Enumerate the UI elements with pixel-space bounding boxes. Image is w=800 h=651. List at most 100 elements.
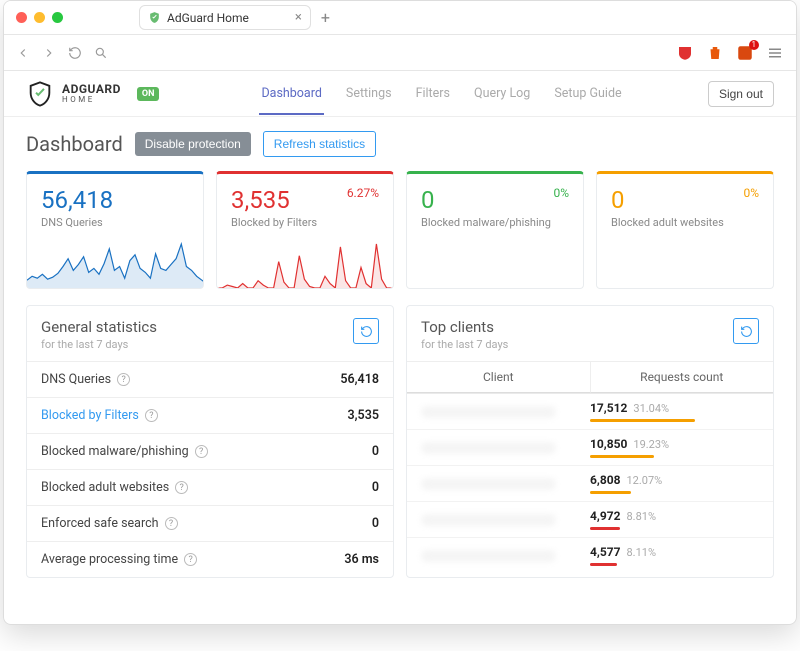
stat-value: 56,418 [340, 372, 379, 387]
client-row[interactable]: 4,5778.11% [407, 537, 773, 573]
brand-name: ADGUARD [62, 83, 121, 95]
main-nav: Dashboard Settings Filters Query Log Set… [259, 72, 623, 115]
client-count: 4,577 [590, 545, 621, 559]
disable-protection-button[interactable]: Disable protection [135, 132, 251, 156]
stat-value: 0 [372, 480, 379, 495]
refresh-statistics-button[interactable]: Refresh statistics [263, 131, 376, 157]
stat-row-blocked[interactable]: Blocked by Filters?3,535 [27, 397, 393, 433]
nav-dashboard[interactable]: Dashboard [259, 72, 323, 115]
client-count: 10,850 [590, 437, 627, 451]
new-tab-button[interactable]: + [321, 8, 330, 27]
stat-label: Blocked malware/phishing [41, 444, 189, 459]
help-icon[interactable]: ? [184, 553, 197, 566]
client-bar [590, 455, 654, 458]
client-row[interactable]: 10,850 19.23% [407, 429, 773, 465]
card-blocked-filters[interactable]: 6.27% 3,535 Blocked by Filters [216, 171, 394, 289]
reload-button[interactable] [68, 46, 82, 60]
page-body: Dashboard Disable protection Refresh sta… [4, 117, 796, 592]
search-icon[interactable] [94, 46, 108, 60]
refresh-stats-button[interactable] [353, 318, 379, 344]
stat-value: 3,535 [347, 408, 379, 423]
adguard-logo-icon [26, 80, 54, 108]
status-badge: ON [137, 87, 160, 101]
client-pct: 31.04% [633, 402, 669, 415]
stat-label: Blocked adult websites [41, 480, 169, 495]
close-tab-icon[interactable]: × [295, 10, 302, 25]
page-title: Dashboard [26, 132, 123, 156]
client-bar [590, 491, 631, 494]
card-dns-queries[interactable]: 56,418 DNS Queries [26, 171, 204, 289]
clients-table-header: Client Requests count [407, 361, 773, 393]
client-pct: 19.23% [633, 438, 669, 451]
help-icon[interactable]: ? [145, 409, 158, 422]
panel-top-clients: Top clients for the last 7 days Client R… [406, 305, 774, 578]
browser-menu-icon[interactable] [766, 44, 784, 62]
card-label: Blocked by Filters [231, 216, 379, 229]
client-row[interactable]: 6,808 12.07% [407, 465, 773, 501]
minimize-window-button[interactable] [34, 12, 45, 23]
nav-filters[interactable]: Filters [414, 72, 452, 115]
blocked-sparkline [217, 240, 394, 288]
signout-button[interactable]: Sign out [708, 81, 774, 107]
stat-row-avgtime: Average processing time?36 ms [27, 541, 393, 577]
client-name-redacted [421, 550, 556, 562]
nav-settings[interactable]: Settings [344, 72, 394, 115]
browser-tab[interactable]: AdGuard Home × [139, 5, 311, 30]
client-name-redacted [421, 478, 556, 490]
tab-title: AdGuard Home [167, 11, 249, 25]
client-pct: 12.07% [627, 474, 663, 487]
card-label: Blocked adult websites [611, 216, 759, 229]
panel-general-stats: General statistics for the last 7 days D… [26, 305, 394, 578]
client-count: 6,808 [590, 473, 621, 487]
stat-label: Average processing time [41, 552, 178, 567]
client-name-redacted [421, 406, 556, 418]
card-label: DNS Queries [41, 216, 189, 229]
card-blocked-adult[interactable]: 0% 0 Blocked adult websites [596, 171, 774, 289]
client-row[interactable]: 4,9728.81% [407, 501, 773, 537]
back-button[interactable] [16, 46, 30, 60]
card-pct: 0% [553, 186, 569, 200]
adblock-extension-icon[interactable]: 1 [736, 44, 754, 62]
close-window-button[interactable] [16, 12, 27, 23]
nav-setup[interactable]: Setup Guide [552, 72, 623, 115]
col-requests: Requests count [591, 362, 774, 393]
window-controls [16, 12, 63, 23]
client-bar [590, 527, 620, 530]
ublock-extension-icon[interactable] [676, 44, 694, 62]
help-icon[interactable]: ? [117, 373, 130, 386]
help-icon[interactable]: ? [165, 517, 178, 530]
col-client: Client [407, 362, 591, 393]
stat-label: DNS Queries [41, 372, 111, 387]
client-bar [590, 419, 695, 422]
nav-querylog[interactable]: Query Log [472, 72, 532, 115]
card-label: Blocked malware/phishing [421, 216, 569, 229]
browser-titlebar: AdGuard Home × + [4, 1, 796, 35]
client-row[interactable]: 17,512 31.04% [407, 393, 773, 429]
forward-button[interactable] [42, 46, 56, 60]
adguard-favicon-icon [148, 11, 161, 24]
stat-row-safesearch: Enforced safe search?0 [27, 505, 393, 541]
card-pct: 6.27% [347, 186, 379, 200]
card-value: 0 [421, 186, 569, 214]
panel-sub: for the last 7 days [41, 338, 157, 351]
refresh-clients-button[interactable] [733, 318, 759, 344]
help-icon[interactable]: ? [175, 481, 188, 494]
card-value: 0 [611, 186, 759, 214]
app-logo[interactable]: ADGUARD HOME ON [26, 80, 159, 108]
card-value: 56,418 [41, 186, 189, 214]
stat-row-dns: DNS Queries? 56,418 [27, 361, 393, 397]
client-count: 17,512 [590, 401, 627, 415]
client-pct: 8.81% [627, 510, 657, 523]
panel-title: General statistics [41, 318, 157, 336]
card-blocked-malware[interactable]: 0% 0 Blocked malware/phishing [406, 171, 584, 289]
stat-row-adult: Blocked adult websites? 0 [27, 469, 393, 505]
panel-title: Top clients [421, 318, 508, 336]
stat-label: Enforced safe search [41, 516, 159, 531]
trash-extension-icon[interactable] [706, 44, 724, 62]
help-icon[interactable]: ? [195, 445, 208, 458]
app-header: ADGUARD HOME ON Dashboard Settings Filte… [4, 71, 796, 117]
maximize-window-button[interactable] [52, 12, 63, 23]
panel-sub: for the last 7 days [421, 338, 508, 351]
stat-row-malware: Blocked malware/phishing?0 [27, 433, 393, 469]
browser-toolbar: 1 [4, 35, 796, 71]
